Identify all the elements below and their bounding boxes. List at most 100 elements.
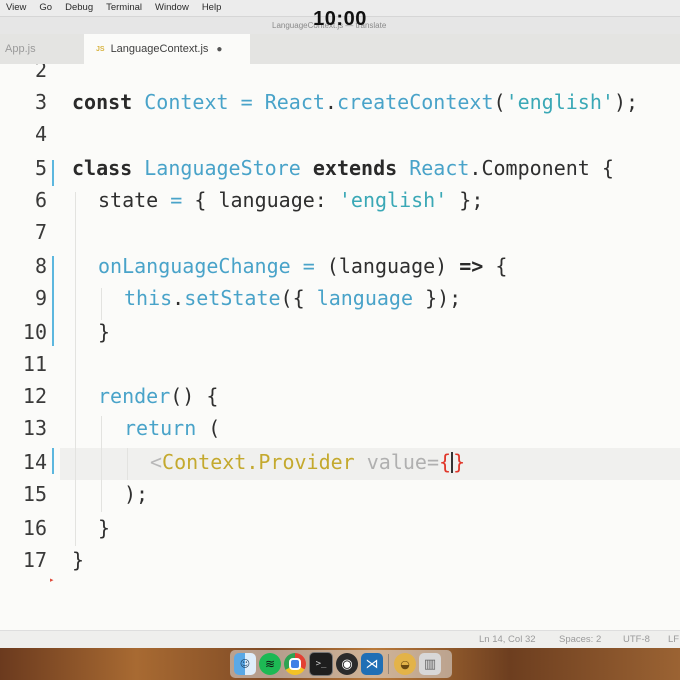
indentation-setting[interactable]: Spaces: 2 <box>559 634 601 645</box>
line-number: 14 <box>22 450 47 474</box>
chrome-icon[interactable] <box>284 653 306 675</box>
code-line: 10 } <box>0 320 680 352</box>
code-text: } <box>98 516 111 540</box>
line-number: 17 <box>22 548 47 572</box>
menu-help[interactable]: Help <box>202 2 222 13</box>
brace-token: } <box>453 450 466 474</box>
punct-token: . <box>172 286 185 310</box>
menu-window[interactable]: Window <box>155 2 189 13</box>
encoding-setting[interactable]: UTF-8 <box>623 634 650 645</box>
keyword-token: return <box>124 416 197 440</box>
line-number: 2 <box>34 64 47 82</box>
menu-view[interactable]: View <box>6 2 26 13</box>
keyword-token: this <box>124 286 173 310</box>
finder-icon[interactable]: ☺ <box>234 653 256 675</box>
code-text: state = { language: 'english' }; <box>98 188 483 212</box>
punct-token: }); <box>425 286 462 310</box>
menu-go[interactable]: Go <box>39 2 52 13</box>
jsx-tag-token: Context.Provider <box>162 450 355 474</box>
identifier-token: React <box>264 90 325 114</box>
code-line: 6 state = { language: 'english' }; <box>0 188 680 220</box>
code-line: 11 <box>0 352 680 384</box>
operator-token: = <box>240 90 253 114</box>
code-text: return ( <box>124 416 220 440</box>
line-number: 9 <box>34 286 47 310</box>
operator-token: = <box>302 254 315 278</box>
code-line: 17 } <box>0 548 680 580</box>
js-file-icon: JS <box>96 45 105 53</box>
code-text: onLanguageChange = (language) => { <box>98 254 507 278</box>
code-text: render() { <box>98 384 218 408</box>
punct-token: < <box>150 450 163 474</box>
code-line: 9 this.setState({ language }); <box>0 286 680 318</box>
identifier-token: React <box>409 156 470 180</box>
string-token: 'english' <box>505 90 614 114</box>
dock-background: ☺ ≋ >_ ◉ ⋊ ◒ ▥ <box>0 648 680 680</box>
tab-app-js[interactable]: App.js <box>0 34 84 64</box>
code-line: 4 <box>0 122 680 154</box>
code-text: const Context = React.createContext('eng… <box>72 90 638 114</box>
code-line: 3 const Context = React.createContext('e… <box>0 90 680 122</box>
punct-token: ({ <box>280 286 305 310</box>
code-line: 15 ); <box>0 482 680 514</box>
function-token: render <box>98 384 171 408</box>
app-icon[interactable]: ◒ <box>394 653 416 675</box>
vscode-icon[interactable]: ⋊ <box>361 653 383 675</box>
punct-token: }; <box>459 188 484 212</box>
line-number: 12 <box>22 384 47 408</box>
keyword-token: => <box>459 254 484 278</box>
code-text: <Context.Provider value={} <box>150 450 465 474</box>
brace-token: { <box>439 450 452 474</box>
code-line: 16 } <box>0 516 680 548</box>
code-text: class LanguageStore extends React.Compon… <box>72 156 614 180</box>
code-text: this.setState({ language }); <box>124 286 461 310</box>
punct-token: . <box>324 90 337 114</box>
keyword-token: class <box>72 156 133 180</box>
trash-icon[interactable]: ▥ <box>419 653 441 675</box>
dock-separator <box>388 654 389 674</box>
tab-label: LanguageContext.js <box>110 43 209 55</box>
dock: ☺ ≋ >_ ◉ ⋊ ◒ ▥ <box>230 650 452 678</box>
identifier-token: language <box>316 286 414 310</box>
operator-token: = <box>170 188 183 212</box>
punct-token: ( <box>493 90 506 114</box>
punct-token: () { <box>170 384 219 408</box>
line-number: 11 <box>22 352 47 376</box>
punct-token: .Component { <box>469 156 614 180</box>
punct-token: { language: <box>194 188 327 212</box>
code-editor[interactable]: ▸ 2 3 const Context = React.createContex… <box>0 64 680 630</box>
code-line: 8 onLanguageChange = (language) => { <box>0 254 680 286</box>
code-line: 12 render() { <box>0 384 680 416</box>
tab-language-context-js[interactable]: JS LanguageContext.js ● <box>84 34 250 64</box>
identifier-token: state <box>98 188 159 212</box>
function-token: onLanguageChange <box>98 254 291 278</box>
identifier-token: Context <box>144 90 229 114</box>
keyword-token: const <box>72 90 133 114</box>
line-number: 13 <box>22 416 47 440</box>
unsaved-dot-icon[interactable]: ● <box>216 44 222 55</box>
menu-debug[interactable]: Debug <box>65 2 93 13</box>
jsx-attr-token: value <box>366 450 427 474</box>
line-number: 3 <box>34 90 47 114</box>
code-line: 7 <box>0 220 680 252</box>
menu-terminal[interactable]: Terminal <box>106 2 142 13</box>
string-token: 'english' <box>338 188 448 212</box>
line-number: 6 <box>34 188 47 212</box>
spotify-icon[interactable]: ≋ <box>259 653 281 675</box>
terminal-icon[interactable]: >_ <box>309 652 333 676</box>
tab-bar: App.js JS LanguageContext.js ● <box>0 34 680 65</box>
code-line: 13 return ( <box>0 416 680 448</box>
punct-token: ( <box>208 416 221 440</box>
punct-token: ); <box>613 90 639 114</box>
code-line: 5 class LanguageStore extends React.Comp… <box>0 156 680 188</box>
line-number: 16 <box>22 516 47 540</box>
cursor-position[interactable]: Ln 14, Col 32 <box>479 634 536 645</box>
code-text: ); <box>124 482 149 506</box>
line-number: 7 <box>34 220 47 244</box>
eol-setting[interactable]: LF <box>668 634 679 645</box>
line-number: 15 <box>22 482 47 506</box>
code-text: } <box>72 548 85 572</box>
obs-icon[interactable]: ◉ <box>336 653 358 675</box>
function-token: createContext <box>336 90 494 114</box>
tab-label: App.js <box>5 43 36 55</box>
